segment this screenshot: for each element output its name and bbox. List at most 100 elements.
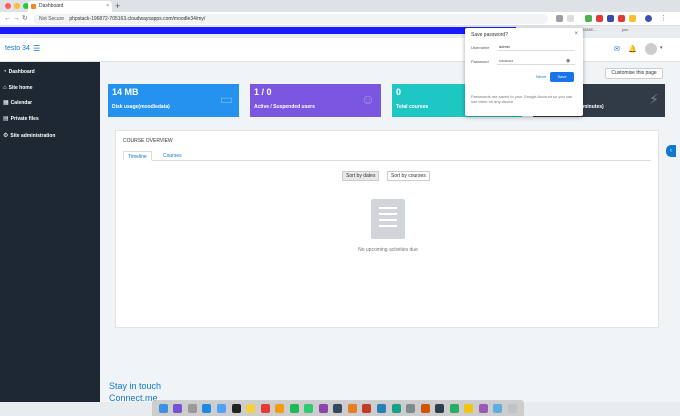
extension-icon[interactable]	[629, 15, 636, 22]
terminal-icon[interactable]	[231, 403, 241, 413]
site-brand[interactable]: testo 34	[5, 45, 30, 52]
eye-icon[interactable]: ◉	[566, 58, 570, 64]
facetime-icon[interactable]	[304, 403, 314, 413]
url-input[interactable]: Not Secure phpstack-196872-705163.cloudw…	[33, 14, 548, 24]
sidebar-item-site-home[interactable]: ⌂ Site home	[3, 82, 33, 94]
home-icon: ⌂	[3, 85, 7, 91]
stat-value: 14 MB	[112, 87, 139, 97]
window-controls	[5, 3, 29, 9]
username-field[interactable]: admin	[497, 42, 575, 51]
app-icon[interactable]	[449, 403, 459, 413]
browser-tab[interactable]: Dashboard ×	[28, 1, 112, 12]
url-text: phpstack-196872-705163.cloudwaysapps.com…	[69, 16, 206, 22]
sidebar-item-label: Private files	[10, 116, 39, 122]
calendar-icon: ▦	[3, 100, 9, 106]
main-region: Customise this page 14 MB Disk usage(moo…	[100, 62, 680, 402]
key-icon[interactable]	[556, 15, 563, 22]
new-tab-button[interactable]: +	[115, 0, 120, 12]
password-field[interactable]: ••••••••••	[497, 56, 575, 65]
stat-value: 1 / 0	[254, 87, 272, 97]
avatar[interactable]	[645, 43, 657, 55]
close-icon[interactable]: ×	[574, 31, 578, 37]
moodle-favicon-icon	[31, 4, 36, 9]
extension-icon[interactable]	[596, 15, 603, 22]
top-blue-strip	[0, 27, 516, 34]
folder-icon[interactable]	[493, 403, 503, 413]
minimize-window-button[interactable]	[14, 3, 20, 9]
messages-icon[interactable]: ✉	[614, 45, 620, 53]
extension-icon[interactable]	[607, 15, 614, 22]
sidebar-item-private-files[interactable]: ▤ Private files	[3, 113, 39, 125]
profile-icon[interactable]	[645, 15, 652, 22]
never-button[interactable]: Never	[536, 74, 547, 79]
sidebar-item-label: Calendar	[10, 100, 33, 106]
save-password-dialog: Save password? × Username admin Password…	[465, 28, 583, 116]
forward-icon[interactable]: →	[13, 13, 20, 25]
tab-courses[interactable]: Courses	[159, 151, 186, 161]
mail-icon[interactable]	[216, 403, 226, 413]
overview-tabs: Timeline Courses	[123, 151, 651, 161]
close-tab-icon[interactable]: ×	[106, 1, 109, 12]
user-icon: ☺	[360, 91, 375, 107]
username-label: Username	[471, 45, 490, 50]
dialog-title: Save password?	[471, 32, 508, 38]
not-secure-badge[interactable]: Not Secure	[39, 16, 64, 22]
bookmark-jom[interactable]: jom	[622, 27, 628, 32]
notes-icon[interactable]	[246, 403, 256, 413]
app-icon[interactable]	[333, 403, 343, 413]
gear-icon: ⚙	[3, 133, 9, 139]
siri-icon[interactable]	[173, 403, 183, 413]
inbox-icon: ▭	[219, 91, 233, 107]
finder-icon[interactable]	[158, 403, 168, 413]
app-icon[interactable]	[435, 403, 445, 413]
course-overview-block: COURSE OVERVIEW Timeline Courses Sort by…	[115, 130, 659, 328]
extension-icon[interactable]	[585, 15, 592, 22]
star-icon[interactable]	[567, 15, 574, 22]
trash-icon[interactable]	[507, 403, 517, 413]
footer-stay-in-touch: Stay in touch	[109, 381, 162, 391]
app-icon[interactable]	[478, 403, 488, 413]
app-icon[interactable]	[420, 403, 430, 413]
safari-icon[interactable]	[202, 403, 212, 413]
tab-timeline[interactable]: Timeline	[123, 151, 152, 161]
browser-menu-icon[interactable]: ⋮	[660, 13, 667, 25]
save-button[interactable]: Save	[550, 72, 574, 82]
address-bar-row: ← → ↻ Not Secure phpstack-196872-705163.…	[0, 12, 680, 26]
sidebar-item-label: Site home	[8, 85, 33, 91]
stat-label: Disk usage(moodledata)	[112, 104, 170, 110]
browser-tab-title: Dashboard	[39, 3, 64, 9]
app-icon[interactable]	[406, 403, 416, 413]
browser-tab-bar: Dashboard × +	[0, 0, 680, 12]
plug-icon: ⚡	[649, 91, 659, 107]
sidebar-item-dashboard[interactable]: ◔ Dashboard	[3, 66, 35, 78]
chrome-icon[interactable]	[260, 403, 270, 413]
app-icon[interactable]	[347, 403, 357, 413]
app-icon[interactable]	[464, 403, 474, 413]
empty-activities-icon	[371, 199, 405, 239]
stat-card-users: 1 / 0 Active / Suspended users ☺	[250, 84, 381, 117]
sidebar-item-site-administration[interactable]: ⚙ Site administration	[3, 130, 55, 142]
sort-by-dates-button[interactable]: Sort by dates	[342, 171, 380, 181]
sidebar-item-calendar[interactable]: ▦ Calendar	[3, 97, 32, 109]
app-icon[interactable]	[362, 403, 372, 413]
notifications-icon[interactable]: 🔔	[628, 45, 637, 53]
back-icon[interactable]: ←	[4, 13, 11, 25]
password-label: Password	[471, 59, 489, 64]
reload-icon[interactable]: ↻	[22, 13, 28, 25]
spotify-icon[interactable]	[289, 403, 299, 413]
sort-by-courses-button[interactable]: Sort by courses	[387, 171, 430, 181]
dashboard-icon: ◔	[3, 69, 7, 75]
customise-page-button[interactable]: Customise this page	[605, 68, 663, 79]
app-icon[interactable]	[318, 403, 328, 413]
photos-icon[interactable]	[275, 403, 285, 413]
launchpad-icon[interactable]	[187, 403, 197, 413]
app-icon[interactable]	[376, 403, 386, 413]
extension-icon[interactable]	[618, 15, 625, 22]
user-menu-caret-icon[interactable]: ▾	[660, 45, 663, 51]
block-drawer-toggle-icon[interactable]: ‹	[666, 145, 676, 157]
footer-connect[interactable]: Connect.me	[109, 393, 158, 403]
sidebar-item-label: Dashboard	[8, 69, 35, 75]
hamburger-menu-icon[interactable]: ☰	[33, 44, 40, 53]
close-window-button[interactable]	[5, 3, 11, 9]
app-icon[interactable]	[391, 403, 401, 413]
